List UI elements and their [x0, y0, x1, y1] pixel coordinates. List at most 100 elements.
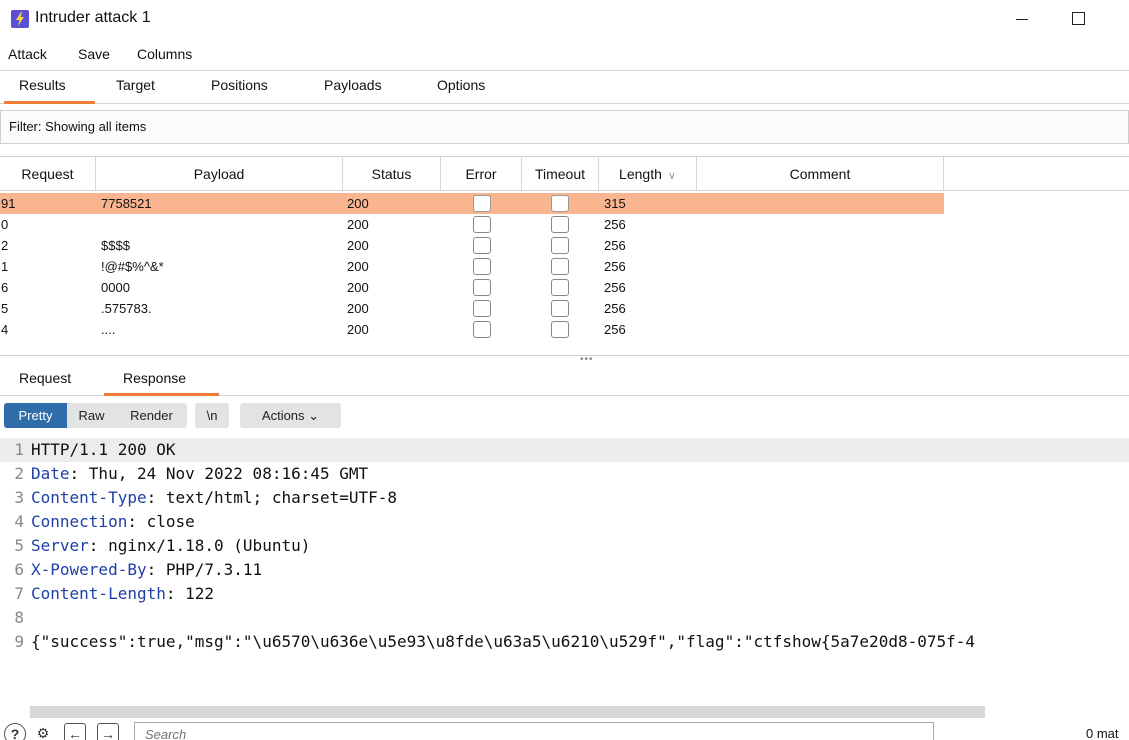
actions-label: Actions — [261, 408, 305, 423]
search-bar: ? ⚙ ← → 0 mat — [0, 720, 1129, 740]
payload-cell: 7758521 — [101, 196, 152, 211]
header-name: Server — [31, 536, 89, 555]
header-value: : nginx/1.18.0 (Ubuntu) — [88, 536, 311, 555]
table-row[interactable]: 4.... 200 256 — [0, 319, 944, 340]
menu-columns[interactable]: Columns — [137, 46, 192, 62]
tab-options[interactable]: Options — [437, 77, 485, 93]
status-cell: 200 — [347, 322, 369, 337]
previous-arrow-icon[interactable]: ← — [64, 723, 86, 740]
pretty-button[interactable]: Pretty — [4, 403, 67, 428]
length-cell: 256 — [604, 217, 626, 232]
help-icon[interactable]: ? — [4, 723, 26, 740]
horizontal-scrollbar[interactable] — [30, 706, 985, 718]
column-header-status[interactable]: Status — [343, 157, 441, 191]
message-tabs: Request Response — [0, 360, 1129, 396]
line-number: 9 — [14, 632, 24, 651]
minimize-button[interactable] — [1010, 4, 1036, 32]
status-cell: 200 — [347, 238, 369, 253]
column-header-error[interactable]: Error — [441, 157, 522, 191]
request-cell: 6 — [1, 280, 9, 295]
header-value: HTTP/1.1 200 OK — [31, 440, 176, 459]
response-line: 1 HTTP/1.1 200 OK — [0, 438, 1129, 462]
request-cell: 2 — [1, 238, 9, 253]
maximize-button[interactable] — [1066, 4, 1092, 32]
raw-button[interactable]: Raw — [67, 403, 116, 428]
burp-app-icon — [11, 10, 29, 28]
line-content: Connection: close — [31, 510, 195, 534]
length-cell: 256 — [604, 238, 626, 253]
tab-positions[interactable]: Positions — [211, 77, 268, 93]
timeout-checkbox[interactable] — [551, 258, 569, 275]
column-header-payload[interactable]: Payload — [96, 157, 343, 191]
filter-label: Filter: Showing all items — [9, 119, 147, 134]
results-table: Request Payload Status Error Timeout Len… — [0, 156, 1129, 354]
request-cell: 1 — [1, 259, 9, 274]
line-number: 2 — [14, 464, 24, 483]
line-content: X-Powered-By: PHP/7.3.11 — [31, 558, 262, 582]
timeout-checkbox[interactable] — [551, 195, 569, 212]
column-header-length[interactable]: Length ∨ — [599, 157, 697, 191]
timeout-checkbox[interactable] — [551, 216, 569, 233]
response-editor[interactable]: 1 HTTP/1.1 200 OK 2 Date: Thu, 24 Nov 2022 … — [0, 438, 1129, 698]
status-cell: 200 — [347, 196, 369, 211]
sort-descending-icon: ∨ — [667, 170, 676, 182]
window-title: Intruder attack 1 — [35, 9, 151, 26]
timeout-checkbox[interactable] — [551, 300, 569, 317]
line-content: Server: nginx/1.18.0 (Ubuntu) — [31, 534, 310, 558]
timeout-checkbox[interactable] — [551, 279, 569, 296]
menu-save[interactable]: Save — [78, 46, 110, 62]
table-row[interactable]: 91 7758521 200 315 — [0, 193, 944, 214]
payload-cell: !@#$%^&* — [101, 259, 164, 274]
length-cell: 256 — [604, 322, 626, 337]
request-cell: 5 — [1, 301, 9, 316]
error-checkbox[interactable] — [473, 279, 491, 296]
response-line: 5 Server: nginx/1.18.0 (Ubuntu) — [0, 534, 1129, 558]
line-content: Content-Length: 122 — [31, 582, 214, 606]
response-line: 9 {"success":true,"msg":"\u6570\u636e\u5e… — [0, 630, 1129, 654]
request-cell: 4 — [1, 322, 9, 337]
search-input[interactable] — [135, 723, 933, 740]
length-cell: 256 — [604, 301, 626, 316]
actions-group: Actions ⌄ — [240, 403, 341, 428]
payload-cell: .... — [101, 322, 116, 337]
render-button[interactable]: Render — [116, 403, 187, 428]
tab-results[interactable]: Results — [19, 77, 66, 93]
table-row[interactable]: 2 $$$$ 200 256 — [0, 235, 944, 256]
payload-cell: $$$$ — [101, 238, 130, 253]
header-value: : 122 — [165, 584, 215, 603]
column-header-comment[interactable]: Comment — [697, 157, 944, 191]
next-arrow-icon[interactable]: → — [97, 723, 119, 740]
tab-response[interactable]: Response — [123, 370, 186, 386]
tab-target[interactable]: Target — [116, 77, 155, 93]
match-count: 0 mat — [1086, 726, 1119, 740]
response-line: 4 Connection: close — [0, 510, 1129, 534]
tab-request[interactable]: Request — [19, 370, 71, 386]
table-row[interactable]: 1 !@#$%^&* 200 256 — [0, 256, 944, 277]
timeout-checkbox[interactable] — [551, 237, 569, 254]
filter-bar[interactable]: Filter: Showing all items — [0, 110, 1129, 144]
request-cell: 0 — [1, 217, 9, 232]
tab-payloads[interactable]: Payloads — [324, 77, 382, 93]
error-checkbox[interactable] — [473, 258, 491, 275]
error-checkbox[interactable] — [473, 237, 491, 254]
error-checkbox[interactable] — [473, 300, 491, 317]
column-header-request[interactable]: Request — [0, 157, 96, 191]
search-box — [134, 722, 934, 740]
settings-gear-icon[interactable]: ⚙ — [32, 723, 54, 740]
status-cell: 200 — [347, 259, 369, 274]
error-checkbox[interactable] — [473, 195, 491, 212]
actions-button[interactable]: Actions ⌄ — [240, 403, 341, 428]
header-name: Connection — [31, 512, 128, 531]
table-row[interactable]: 6 0000 200 256 — [0, 277, 944, 298]
error-checkbox[interactable] — [473, 216, 491, 233]
menu-attack[interactable]: Attack — [8, 46, 47, 62]
pane-divider[interactable] — [0, 355, 1129, 356]
newline-toggle-button[interactable]: \n — [195, 403, 229, 428]
table-row[interactable]: 0 200 256 — [0, 214, 944, 235]
header-name: X-Powered-By — [31, 560, 147, 579]
payload-cell: 0000 — [101, 280, 130, 295]
timeout-checkbox[interactable] — [551, 321, 569, 338]
table-row[interactable]: 5 .575783. 200 256 — [0, 298, 944, 319]
column-header-timeout[interactable]: Timeout — [522, 157, 599, 191]
error-checkbox[interactable] — [473, 321, 491, 338]
